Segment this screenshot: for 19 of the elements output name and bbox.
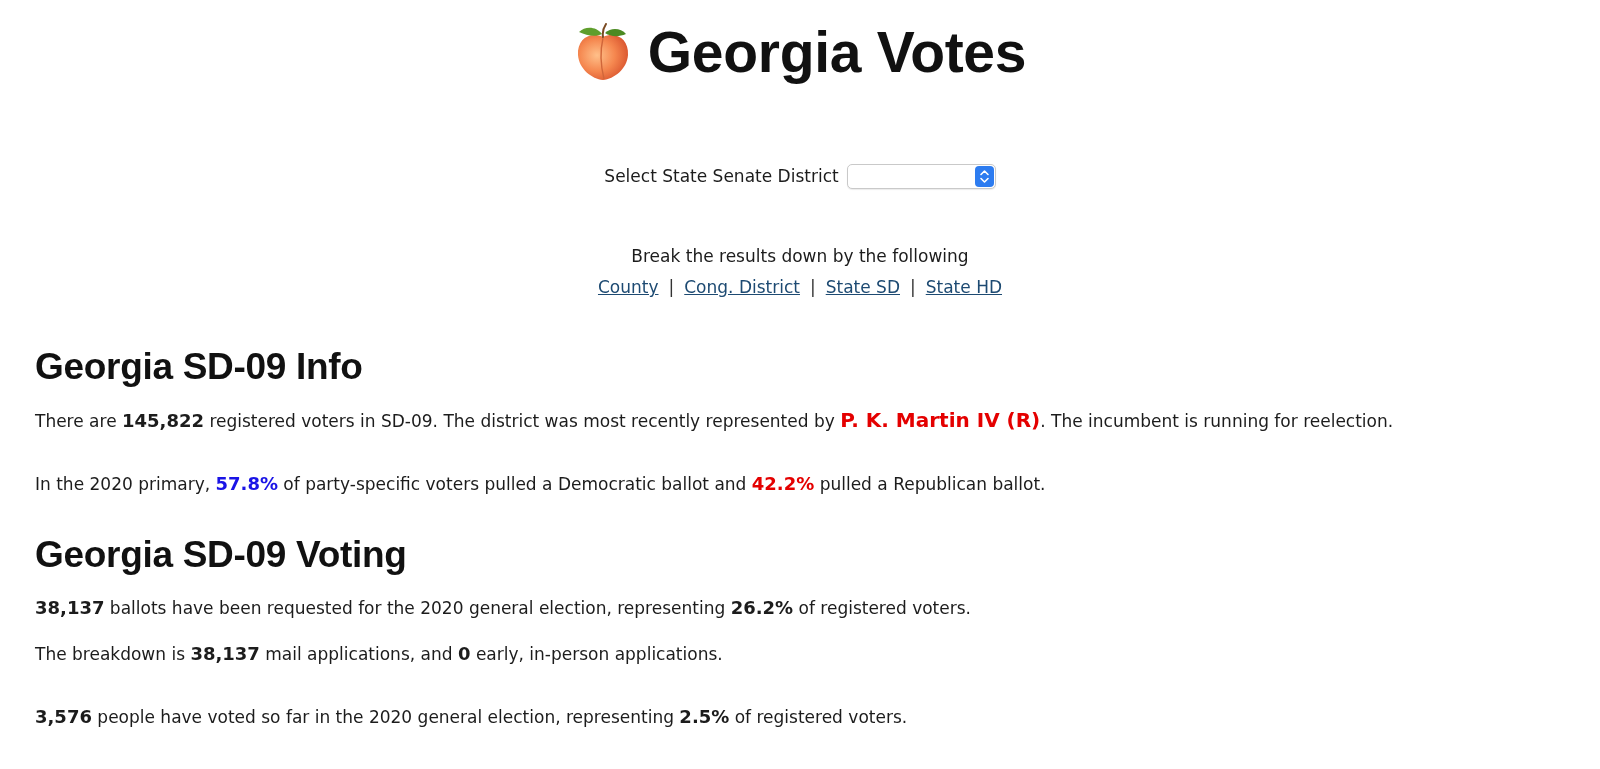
- chevron-updown-icon: [974, 165, 994, 187]
- breakdown-link[interactable]: County: [597, 272, 659, 303]
- link-separator: |: [809, 276, 816, 299]
- breakdown-link[interactable]: State HD: [925, 272, 1002, 303]
- link-separator: |: [668, 276, 675, 299]
- section-heading: Georgia SD-09 Voting: [35, 533, 408, 577]
- breakdown-link[interactable]: Cong. District: [684, 272, 800, 303]
- link-separator: |: [910, 276, 916, 299]
- breakdown-text: Break the results down by the following: [631, 245, 969, 268]
- select-label: Select State Senate District: [604, 166, 839, 186]
- district-select[interactable]: [846, 163, 996, 189]
- paragraph-text: 38,137 ballots have been requested for the 2020 general election, representing 26.2% of registered voters.: [35, 596, 972, 620]
- breakdown-link[interactable]: State SD: [825, 272, 900, 303]
- section-heading: Georgia SD-09 Info: [35, 345, 364, 389]
- paragraph-text: The breakdown is 38,137 mail applications, and 0 early, in-person applications.: [35, 642, 724, 666]
- paragraph-text: There are 145,822 registered voters in SD-09. The district was most recently represented by P. K. Martin IV (R). The incumbent is running for reelection.: [35, 407, 1395, 434]
- page-title: Georgia Votes: [647, 20, 1027, 84]
- paragraph-text: In the 2020 primary, 57.8% of party-specific voters pulled a Democratic ballot and 42.2% pulled a Republican ballot.: [35, 472, 1047, 496]
- paragraph-text: 3,576 people have voted so far in the 2020 general election, representing 2.5% of registered voters.: [35, 705, 909, 729]
